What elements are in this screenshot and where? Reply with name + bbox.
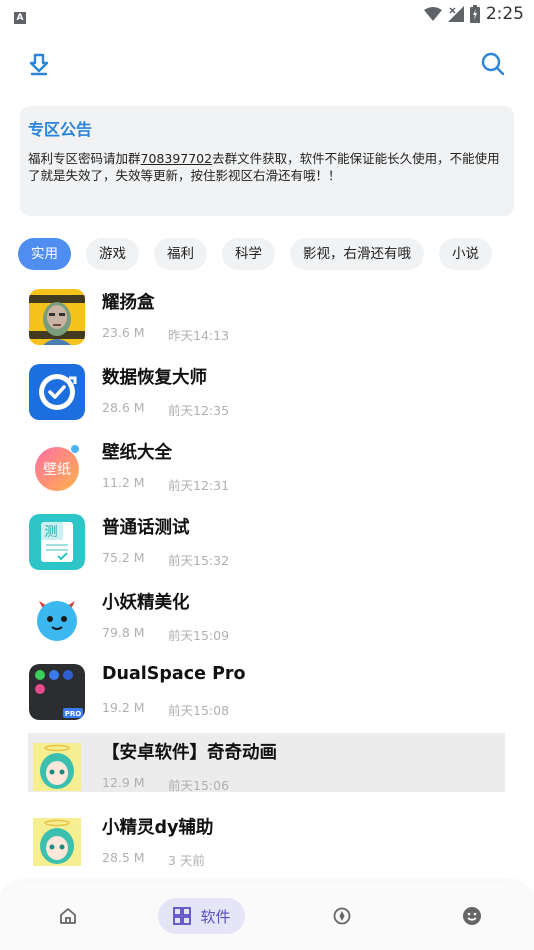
download-button[interactable] (26, 51, 52, 77)
dualspace-icon-text: PRO (65, 710, 82, 718)
tab-games[interactable]: 游戏 (86, 238, 139, 270)
bottom-navigation: 软件 (0, 882, 534, 950)
app-time: 3 天前 (168, 853, 205, 868)
tab-novels[interactable]: 小说 (439, 238, 492, 270)
group-number-link[interactable]: 708397702 (141, 151, 213, 166)
app-name: 小精灵dy辅助 (102, 818, 214, 838)
nav-home[interactable] (58, 906, 78, 926)
tab-science[interactable]: 科学 (222, 238, 275, 270)
list-item[interactable]: 【安卓软件】奇奇动画 12.9 M 前天15:06 (0, 733, 534, 810)
app-size: 28.5 M (102, 850, 145, 865)
list-item[interactable]: 耀扬盒 23.6 M 昨天14:13 (0, 285, 534, 360)
compass-icon (333, 907, 351, 925)
list-item[interactable]: PRO DualSpace Pro 19.2 M 前天15:08 (0, 660, 534, 735)
app-time: 前天12:35 (168, 403, 230, 418)
anime-girl-icon (29, 739, 85, 795)
app-size: 19.2 M (102, 700, 145, 715)
tab-welfare[interactable]: 福利 (154, 238, 207, 270)
app-name: 普通话测试 (102, 518, 190, 538)
anime-girl-icon (29, 814, 85, 870)
home-icon (60, 908, 76, 924)
tab-practical[interactable]: 实用 (18, 238, 71, 270)
nav-profile[interactable] (462, 906, 482, 926)
app-name: 【安卓软件】奇奇动画 (102, 743, 277, 763)
little-demon-icon (29, 589, 85, 645)
download-icon (29, 53, 49, 76)
smiley-icon (463, 907, 481, 925)
nav-software[interactable]: 软件 (158, 898, 245, 934)
battery-charging-icon (469, 5, 480, 23)
status-left: A (14, 5, 26, 24)
app-size: 12.9 M (102, 775, 145, 790)
list-item[interactable]: 壁纸 壁纸大全 11.2 M 前天12:31 (0, 435, 534, 510)
announcement-title: 专区公告 (28, 120, 93, 139)
list-item[interactable]: 测 普通话测试 75.2 M 前天15:32 (0, 510, 534, 585)
mandarin-test-icon-text: 测 (44, 525, 57, 540)
wallpaper-icon-text: 壁纸 (43, 462, 71, 478)
app-size: 23.6 M (102, 325, 145, 340)
app-list: 耀扬盒 23.6 M 昨天14:13 数据恢复大师 28.6 M 前天12:35 (0, 285, 534, 885)
app-time: 前天15:32 (168, 553, 230, 568)
meme-face-icon (29, 289, 85, 345)
app-name: 壁纸大全 (102, 443, 172, 463)
search-button[interactable] (480, 51, 506, 77)
search-icon (481, 52, 505, 76)
status-bar: A 2:25 (0, 0, 534, 28)
announcement-body: 福利专区密码请加群708397702去群文件获取，软件不能保证能长久使用，不能使… (28, 150, 506, 184)
app-time: 前天12:31 (168, 478, 230, 493)
wifi-icon (423, 7, 442, 21)
app-time: 前天15:09 (168, 628, 230, 643)
announcement-card: 专区公告 福利专区密码请加群708397702去群文件获取，软件不能保证能长久使… (20, 106, 514, 216)
wallpaper-icon: 壁纸 (29, 439, 85, 495)
app-size: 75.2 M (102, 550, 145, 565)
category-tabs: 实用 游戏 福利 科学 影视，右滑还有哦 小说 (18, 238, 534, 270)
data-recovery-icon (29, 364, 85, 420)
nav-software-label: 软件 (200, 907, 231, 926)
app-size: 79.8 M (102, 625, 145, 640)
grid-icon (173, 907, 192, 925)
mandarin-test-icon: 测 (29, 514, 85, 570)
app-time: 前天15:06 (168, 778, 230, 793)
top-bar (0, 45, 534, 85)
announcement-text-prefix: 福利专区密码请加群 (28, 151, 141, 166)
app-name: 数据恢复大师 (102, 368, 207, 388)
no-signal-icon (447, 6, 464, 22)
list-item[interactable]: 数据恢复大师 28.6 M 前天12:35 (0, 360, 534, 435)
app-name: 小妖精美化 (102, 593, 190, 613)
app-name: DualSpace Pro (102, 664, 246, 684)
app-size: 28.6 M (102, 400, 145, 415)
list-item[interactable]: 小妖精美化 79.8 M 前天15:09 (0, 585, 534, 660)
list-item[interactable]: 小精灵dy辅助 28.5 M 3 天前 (0, 810, 534, 885)
app-name: 耀扬盒 (102, 293, 155, 313)
app-time: 前天15:08 (168, 703, 230, 718)
accessibility-indicator: A (14, 11, 26, 24)
dualspace-icon: PRO (29, 664, 85, 720)
nav-explore[interactable] (332, 906, 352, 926)
app-time: 昨天14:13 (168, 328, 230, 343)
status-time: 2:25 (485, 4, 524, 24)
tab-movies[interactable]: 影视，右滑还有哦 (290, 238, 424, 270)
status-right: 2:25 (423, 4, 524, 24)
app-size: 11.2 M (102, 475, 145, 490)
